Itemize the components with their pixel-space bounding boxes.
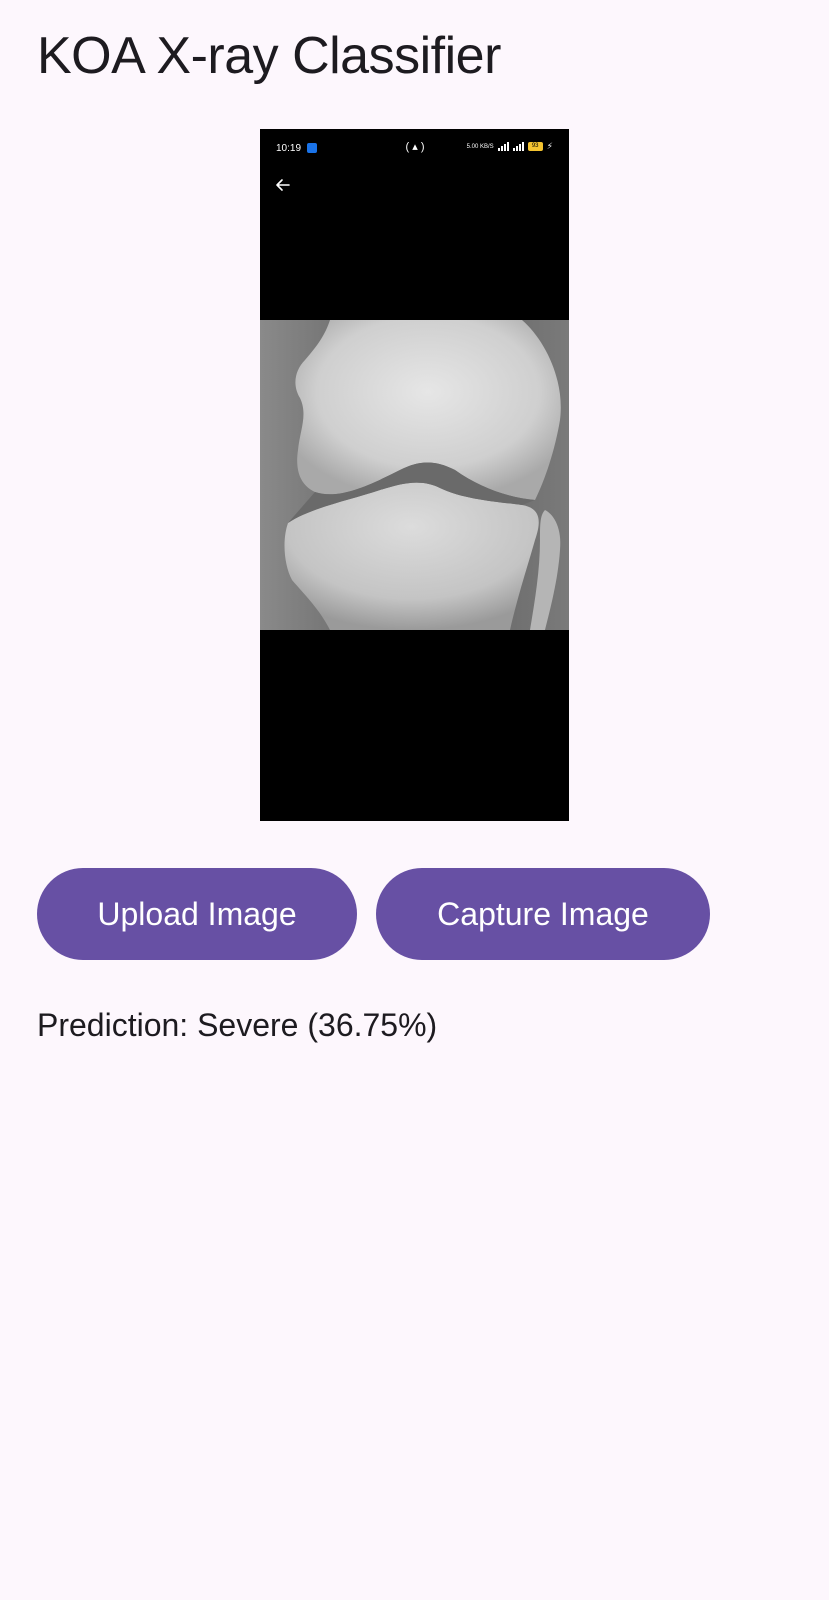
status-indicators: 5.00 KB/S 93 ⚡ <box>467 141 553 152</box>
screenshot-status-bar: 10:19 ( ▴ ) 5.00 KB/S 93 ⚡ <box>260 129 569 163</box>
notification-icon <box>307 143 317 153</box>
page-title: KOA X-ray Classifier <box>37 27 501 85</box>
battery-icon: 93 <box>527 142 543 151</box>
camera-notch-icon: ( ▴ ) <box>405 141 425 153</box>
upload-image-button[interactable]: Upload Image <box>37 868 357 960</box>
charging-icon: ⚡ <box>546 141 553 151</box>
signal-icon <box>497 142 509 151</box>
signal-icon-2 <box>512 142 524 151</box>
prediction-result: Prediction: Severe (36.75%) <box>37 1007 438 1043</box>
selected-image-preview: 10:19 ( ▴ ) 5.00 KB/S 93 ⚡ <box>260 129 569 821</box>
network-speed: 5.00 KB/S <box>466 143 494 150</box>
status-time: 10:19 <box>276 143 302 154</box>
knee-xray-image <box>260 320 569 630</box>
capture-image-button[interactable]: Capture Image <box>376 868 710 960</box>
back-arrow-icon <box>276 179 290 191</box>
